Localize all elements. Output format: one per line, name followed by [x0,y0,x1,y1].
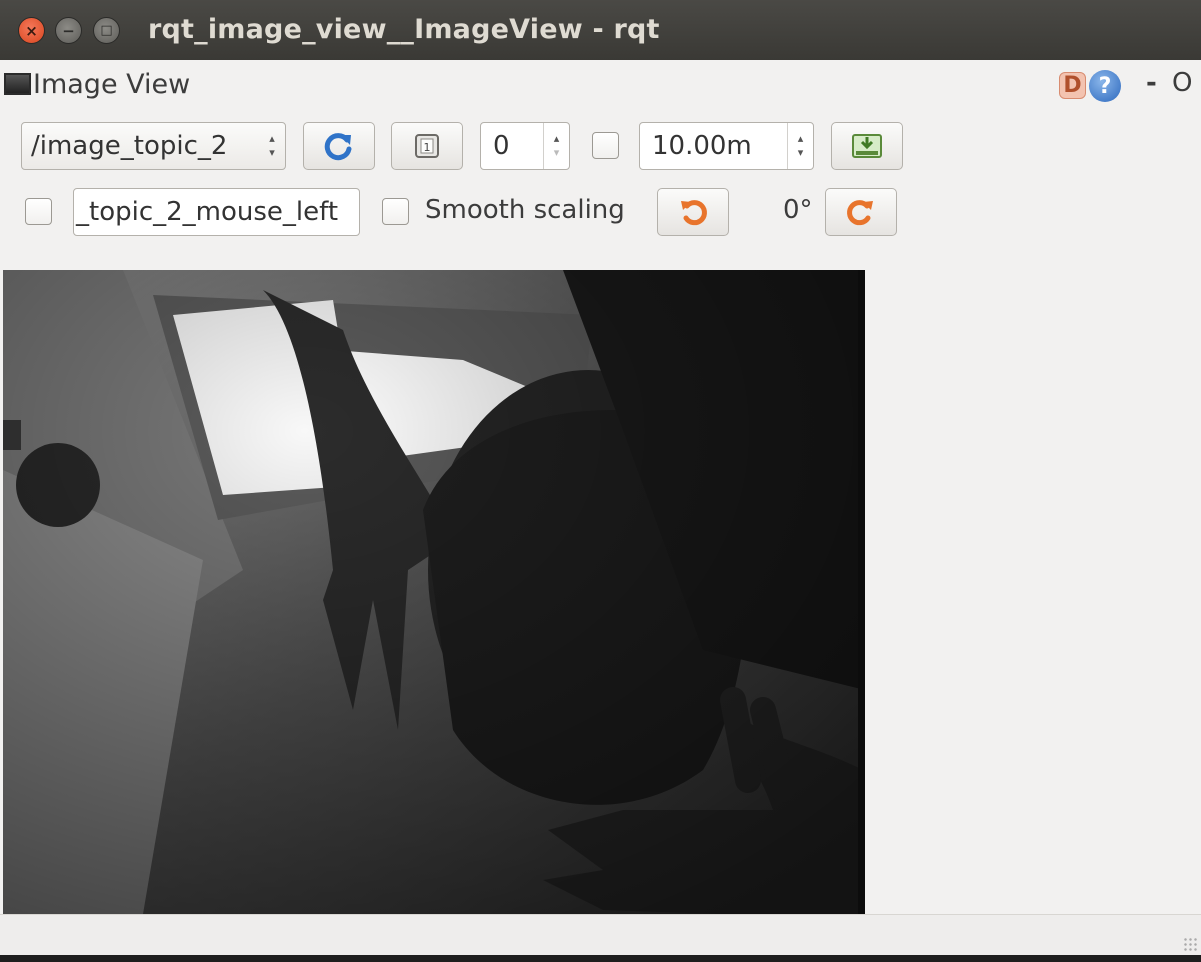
plugin-header: Image View D ? - O [0,60,1201,112]
camera-image [3,270,865,914]
max-depth-spinbox[interactable]: 10.00m ▴ ▾ [639,122,814,170]
svg-text:1: 1 [424,141,431,154]
plugin-title: Image View [33,69,191,100]
topic-select-value: /image_topic_2 [31,131,228,161]
window-titlebar: × − □ rqt_image_view__ImageView - rqt [0,0,1201,60]
spin-arrows-icon[interactable]: ▴ ▾ [543,123,569,169]
window-close-button[interactable]: × [18,17,45,44]
mouse-topic-value: _topic_2_mouse_left [76,197,339,227]
spin-arrows-icon[interactable]: ▴ ▾ [787,123,813,169]
plugin-close-button[interactable]: O [1172,68,1192,98]
zoom-1-icon: 1 [415,134,439,158]
rotate-right-button[interactable] [825,188,897,236]
smooth-scaling-label: Smooth scaling [425,195,625,225]
plugin-window: Image View D ? - O /image_topic_2 ▴ ▾ 1 0… [0,60,1201,955]
window-minimize-button[interactable]: − [55,17,82,44]
refresh-button[interactable] [303,122,375,170]
resize-grip-icon[interactable] [1183,937,1197,951]
smooth-scaling-checkbox[interactable] [382,198,409,225]
image-display[interactable] [3,270,865,914]
combo-arrows-icon: ▴ ▾ [269,132,275,159]
plugin-minimize-button[interactable]: - [1146,68,1157,98]
dock-button[interactable]: D [1059,72,1086,99]
zoom-1-button[interactable]: 1 [391,122,463,170]
mouse-topic-input[interactable]: _topic_2_mouse_left [73,188,360,236]
dynamic-range-checkbox[interactable] [592,132,619,159]
rotation-value: 0° [783,195,813,225]
close-icon: × [25,21,38,40]
rotate-left-button[interactable] [657,188,729,236]
rotate-right-icon [847,200,873,226]
number-spinbox[interactable]: 0 ▴ ▾ [480,122,570,170]
refresh-icon [324,133,352,161]
topic-select[interactable]: /image_topic_2 ▴ ▾ [21,122,286,170]
save-button[interactable] [831,122,903,170]
rotate-left-icon [681,200,707,226]
window-title: rqt_image_view__ImageView - rqt [148,14,660,45]
publish-click-checkbox[interactable] [25,198,52,225]
max-depth-value: 10.00m [652,131,752,161]
plugin-icon [4,73,31,95]
terminal-background [0,955,1201,962]
help-icon[interactable]: ? [1089,70,1121,102]
save-icon [852,134,882,158]
number-spinbox-value: 0 [493,131,510,161]
maximize-icon: □ [100,23,113,38]
status-bar [0,914,1201,955]
minimize-icon: − [62,21,75,40]
window-maximize-button[interactable]: □ [93,17,120,44]
